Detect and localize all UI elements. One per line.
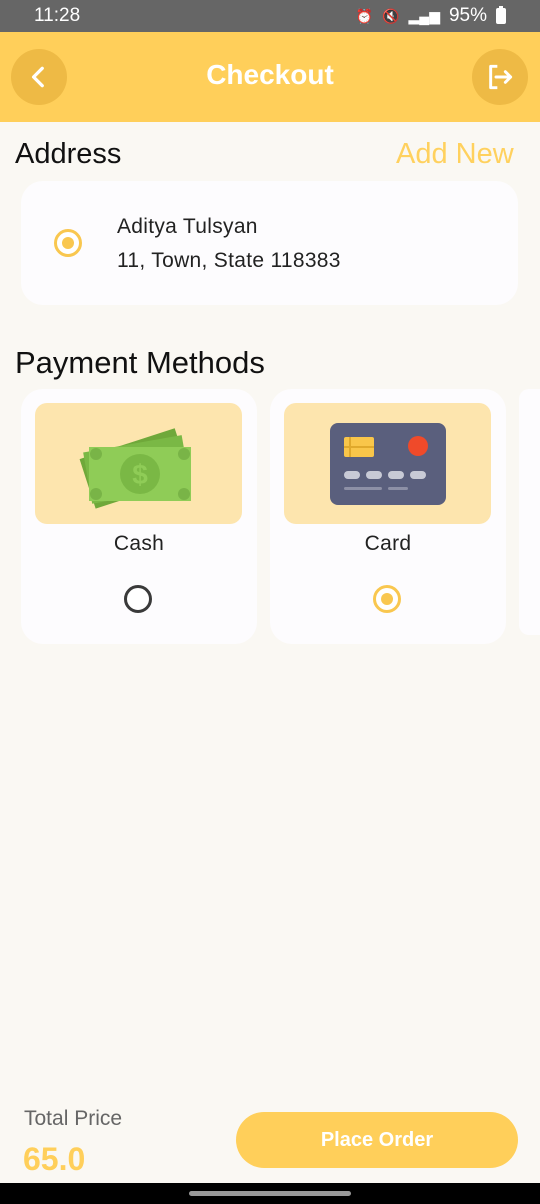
system-nav-bar bbox=[0, 1183, 540, 1204]
signal-icon: ▂▄▆ bbox=[408, 7, 440, 24]
place-order-button[interactable]: Place Order bbox=[236, 1112, 518, 1168]
cash-icon: $ bbox=[79, 427, 191, 509]
battery-icon bbox=[496, 6, 506, 24]
svg-text:$: $ bbox=[132, 459, 148, 490]
page-title: Checkout bbox=[206, 59, 334, 90]
credit-card-icon bbox=[329, 422, 446, 505]
status-time: 11:28 bbox=[34, 5, 81, 26]
payment-method-cash[interactable]: $ Cash bbox=[21, 389, 257, 644]
status-icons: ⏰ 🔇 ▂▄▆ 95% bbox=[356, 5, 506, 27]
cash-label: Cash bbox=[113, 532, 165, 555]
mute-icon: 🔇 bbox=[382, 7, 400, 24]
address-name: Aditya Tulsyan bbox=[117, 215, 258, 238]
total-price-value: 65.0 bbox=[23, 1141, 86, 1177]
logout-button[interactable] bbox=[472, 49, 528, 105]
payment-methods-title: Payment Methods bbox=[15, 345, 265, 380]
payment-method-card[interactable]: Card bbox=[270, 389, 506, 644]
total-price-label: Total Price bbox=[24, 1107, 123, 1130]
cash-image: $ bbox=[35, 403, 242, 524]
home-handle[interactable] bbox=[189, 1191, 351, 1196]
card-label: Card bbox=[364, 532, 412, 555]
address-card[interactable]: Aditya Tulsyan 11, Town, State 118383 bbox=[21, 181, 518, 305]
card-image bbox=[284, 403, 491, 524]
cash-radio[interactable] bbox=[124, 585, 152, 613]
status-bar: 11:28 ⏰ 🔇 ▂▄▆ 95% bbox=[0, 0, 540, 32]
app-bar: Checkout bbox=[0, 32, 540, 122]
payment-method-partial[interactable] bbox=[519, 389, 540, 635]
card-radio[interactable] bbox=[373, 585, 401, 613]
address-radio[interactable] bbox=[54, 229, 82, 257]
add-new-address-button[interactable]: Add New bbox=[396, 138, 514, 171]
address-line: 11, Town, State 118383 bbox=[117, 249, 341, 272]
logout-icon bbox=[489, 64, 513, 90]
address-title: Address bbox=[15, 138, 122, 170]
alarm-icon: ⏰ bbox=[355, 7, 374, 24]
battery-percent: 95% bbox=[448, 5, 487, 26]
